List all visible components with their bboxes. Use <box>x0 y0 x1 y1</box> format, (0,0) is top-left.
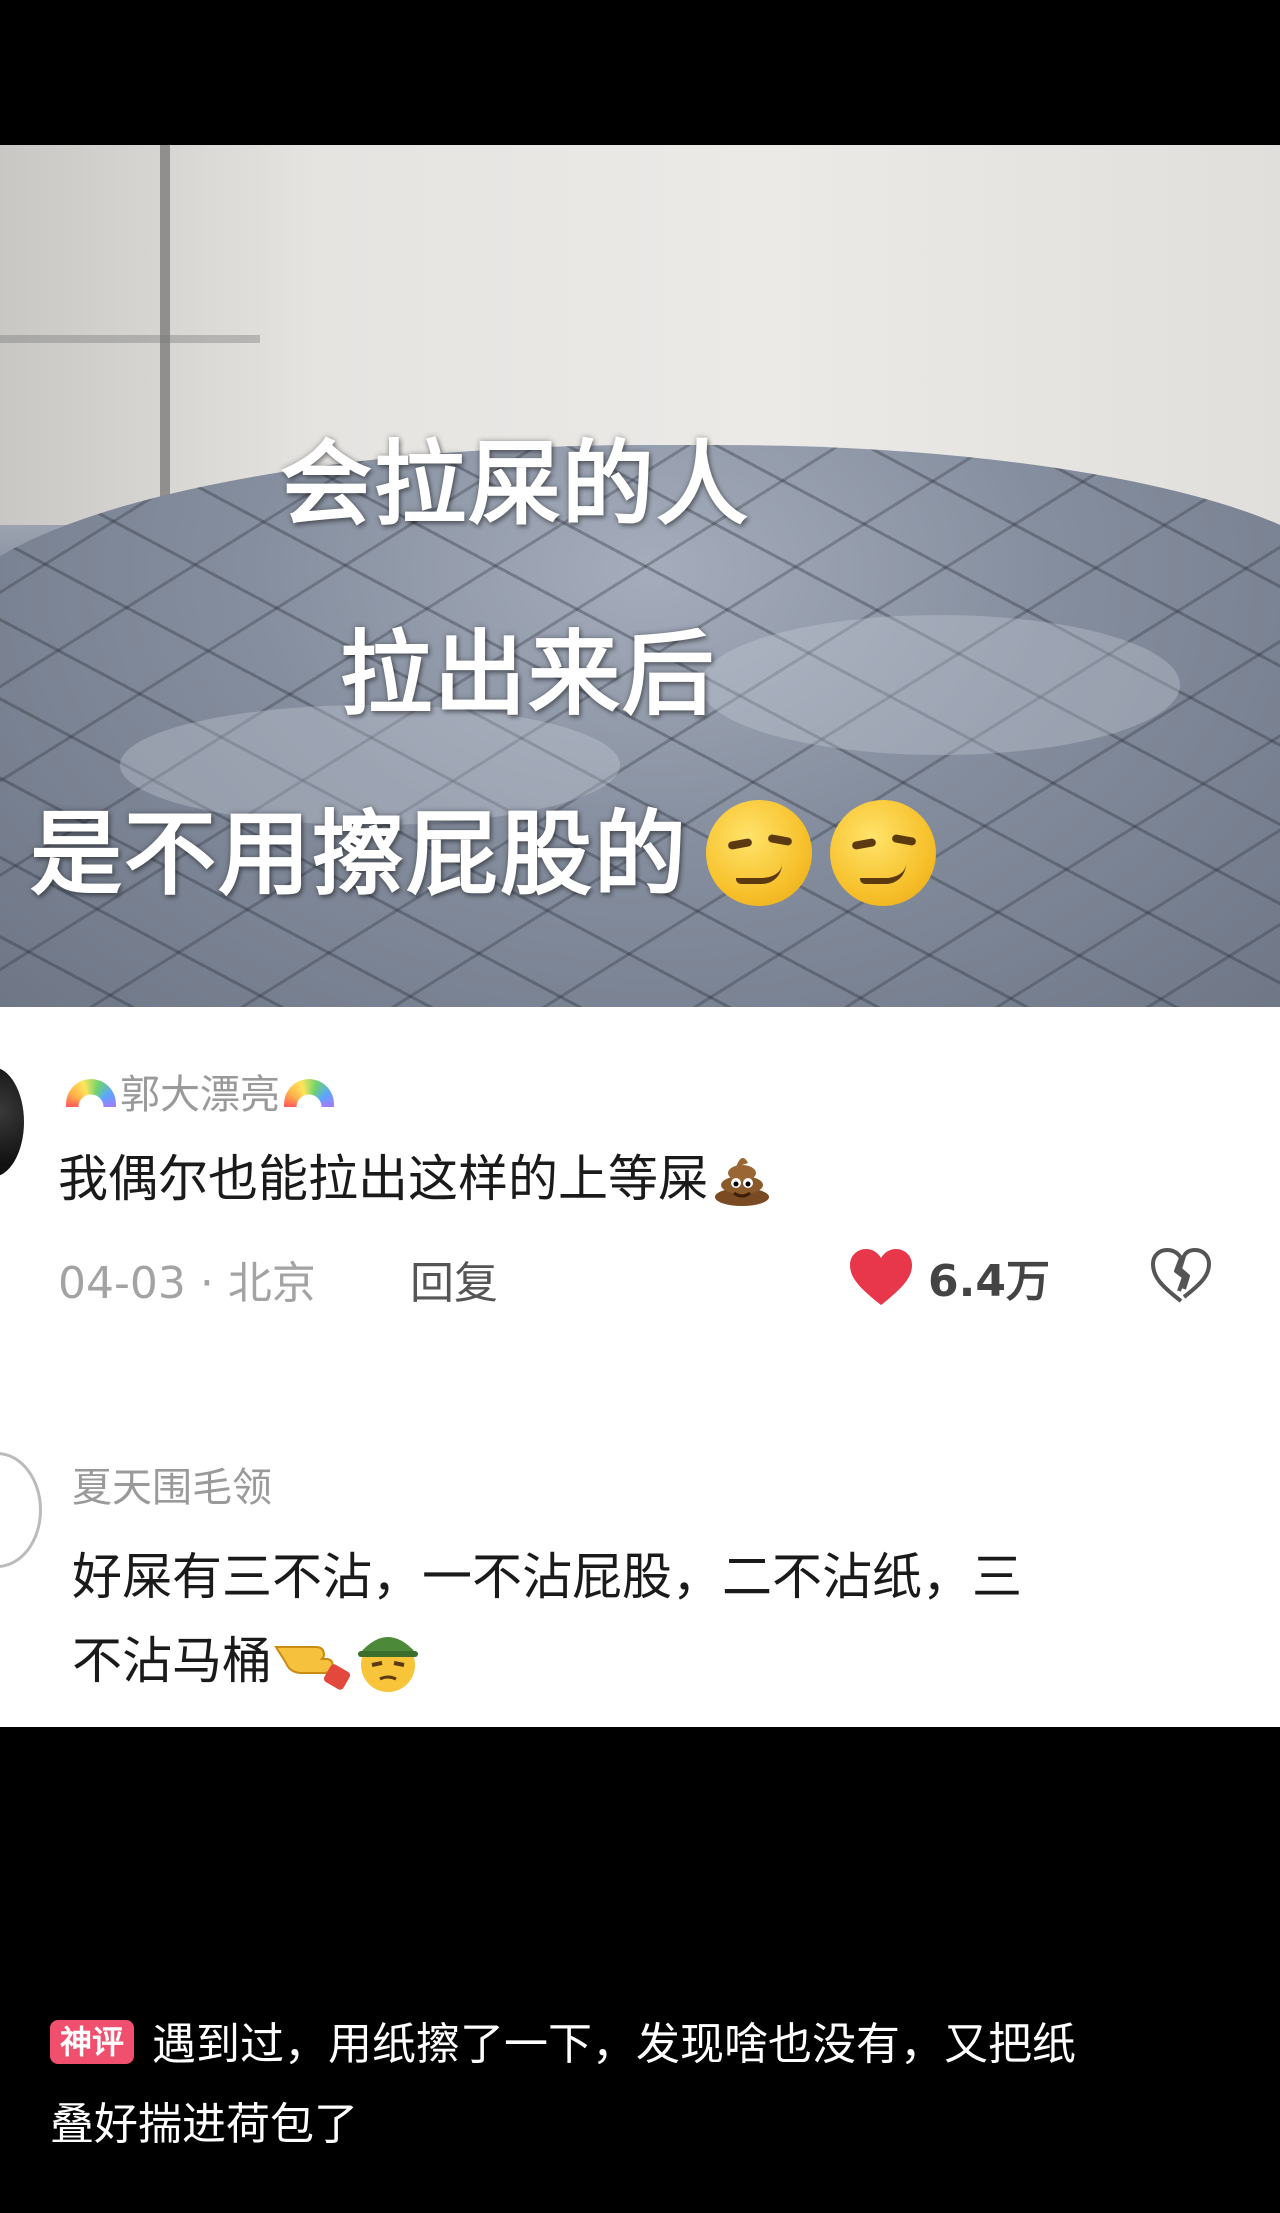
bed-pole <box>160 145 170 515</box>
bed-rail <box>0 335 260 343</box>
poop-icon <box>715 1157 769 1206</box>
top-comment-tag: 神评 <box>50 2020 135 2064</box>
soldier-face-icon <box>358 1636 418 1692</box>
comment-username: 郭大漂亮 <box>120 1072 280 1118</box>
reply-button[interactable]: 回复 <box>410 1247 498 1311</box>
broken-heart-icon <box>1151 1248 1211 1303</box>
rainbow-icon <box>284 1079 334 1107</box>
like-button[interactable]: 6.4万 <box>848 1245 1050 1309</box>
comment-username-row[interactable]: 郭大漂亮 <box>62 1062 338 1120</box>
overlay-line-3-row: 是不用擦屁股的 <box>30 780 1280 914</box>
dislike-button[interactable] <box>1150 1247 1212 1309</box>
comment-text-row: 我偶尔也能拉出这样的上等屎 <box>58 1137 772 1221</box>
heart-icon <box>850 1249 912 1305</box>
rainbow-icon <box>66 1079 116 1107</box>
comment-text-line: 好屎有三不沾，一不沾屁股，二不沾纸，三 <box>72 1548 1022 1606</box>
comment-text-line-2-row: 不沾马桶 <box>72 1619 1022 1703</box>
avatar[interactable] <box>0 1452 42 1568</box>
comment-username[interactable]: 夏天围毛领 <box>72 1455 272 1513</box>
comment-card: 郭大漂亮 我偶尔也能拉出这样的上等屎 04-03 · 北京 回复 6.4万 夏天… <box>0 1007 1280 1727</box>
video-frame[interactable]: 会拉屎的人 拉出来后 是不用擦屁股的 <box>0 145 1280 1007</box>
woozy-face-icon <box>706 799 813 906</box>
overlay-line-3: 是不用擦屁股的 <box>30 801 689 908</box>
comment-text-2: 好屎有三不沾，一不沾屁股，二不沾纸，三 不沾马桶 <box>72 1535 1022 1703</box>
comment-text-line: 不沾马桶 <box>72 1632 272 1690</box>
comment-text: 我偶尔也能拉出这样的上等屎 <box>58 1150 708 1208</box>
pointing-hand-icon <box>274 1645 351 1690</box>
caption-text-line: 遇到过，用纸擦了一下，发现啥也没有，又把纸 <box>152 2019 1077 2070</box>
overlay-line-1: 会拉屎的人 <box>280 431 751 538</box>
like-count: 6.4万 <box>928 1256 1050 1307</box>
comment-date-location: 04-03 · 北京 <box>58 1258 316 1309</box>
screenshot-page: 会拉屎的人 拉出来后 是不用擦屁股的 郭大漂亮 我偶尔也能拉出这样的上等屎 04… <box>0 0 1280 2213</box>
woozy-face-icon <box>830 799 937 906</box>
overlay-line-2: 拉出来后 <box>340 621 717 728</box>
caption: 神评 遇到过，用纸擦了一下，发现啥也没有，又把纸 叠好揣进荷包了 <box>50 2005 1240 2165</box>
caption-text-line: 叠好揣进荷包了 <box>50 2099 358 2150</box>
avatar[interactable] <box>0 1067 24 1177</box>
